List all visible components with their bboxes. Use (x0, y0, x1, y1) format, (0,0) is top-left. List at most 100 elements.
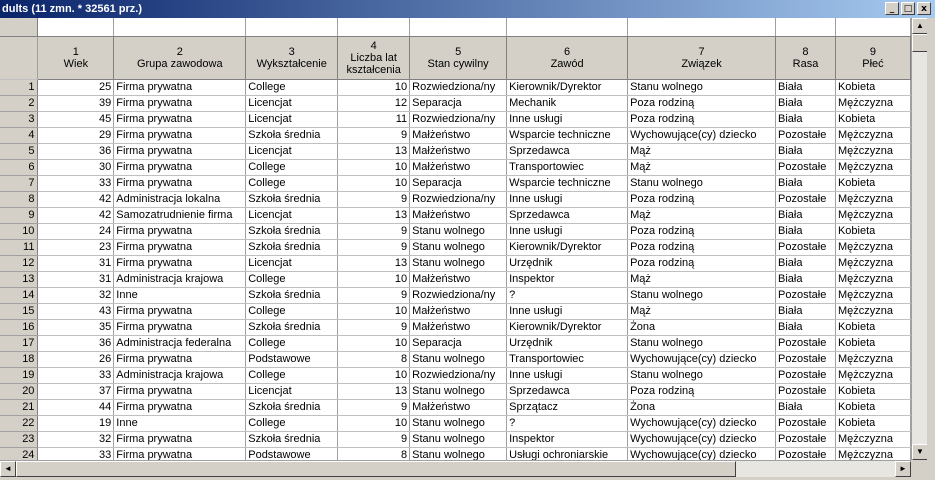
table-cell[interactable]: Mąż (627, 159, 776, 176)
table-cell[interactable]: 31 (37, 255, 115, 272)
table-cell[interactable]: Małżeństwo (409, 143, 508, 160)
table-cell[interactable]: Sprzedawca (506, 143, 629, 160)
table-cell[interactable]: Biała (775, 79, 836, 96)
table-cell[interactable]: 36 (37, 335, 115, 352)
table-cell[interactable]: Biała (775, 175, 836, 192)
table-cell[interactable]: Sprzedawca (506, 383, 629, 400)
table-cell[interactable]: College (245, 335, 339, 352)
table-cell[interactable]: Kobieta (835, 111, 911, 128)
table-cell[interactable]: Mechanik (506, 95, 629, 112)
table-cell[interactable]: Szkoła średnia (245, 239, 339, 256)
table-cell[interactable]: 13 (337, 383, 411, 400)
table-cell[interactable]: Mężczyzna (835, 287, 911, 304)
table-cell[interactable]: Licencjat (245, 383, 339, 400)
table-cell[interactable]: Wychowujące(cy) dziecko (627, 351, 776, 368)
table-cell[interactable]: Poza rodziną (627, 239, 776, 256)
row-header[interactable]: 22 (0, 415, 39, 432)
scroll-left-icon[interactable]: ◄ (0, 461, 16, 477)
minimize-button[interactable]: _ (885, 2, 899, 15)
table-cell[interactable]: Biała (775, 143, 836, 160)
table-cell[interactable]: Kobieta (835, 319, 911, 336)
horizontal-scrollbar[interactable]: ◄ ► (0, 460, 911, 477)
table-cell[interactable]: Firma prywatna (113, 79, 247, 96)
table-cell[interactable]: Inne usługi (506, 223, 629, 240)
table-cell[interactable]: Mężczyzna (835, 95, 911, 112)
table-cell[interactable]: Kobieta (835, 399, 911, 416)
table-cell[interactable]: Firma prywatna (113, 447, 247, 460)
table-cell[interactable]: 42 (37, 207, 115, 224)
table-cell[interactable]: Firma prywatna (113, 431, 247, 448)
table-cell[interactable]: 10 (337, 335, 411, 352)
column-header-2[interactable]: 2 Grupa zawodowa (113, 36, 247, 80)
row-header[interactable]: 20 (0, 383, 39, 400)
table-cell[interactable]: 9 (337, 127, 411, 144)
table-cell[interactable]: Kierownik/Dyrektor (506, 319, 629, 336)
column-header-8[interactable]: 8 Rasa (775, 36, 836, 80)
table-cell[interactable]: 37 (37, 383, 115, 400)
table-cell[interactable]: 9 (337, 287, 411, 304)
table-cell[interactable]: Stanu wolnego (409, 447, 508, 460)
table-cell[interactable]: Mąż (627, 303, 776, 320)
table-cell[interactable]: Biała (775, 399, 836, 416)
table-cell[interactable]: Podstawowe (245, 351, 339, 368)
table-cell[interactable]: Licencjat (245, 207, 339, 224)
table-cell[interactable]: 19 (37, 415, 115, 432)
table-cell[interactable]: Inne usługi (506, 303, 629, 320)
table-cell[interactable]: 45 (37, 111, 115, 128)
table-cell[interactable]: Rozwiedziona/ny (409, 111, 508, 128)
table-cell[interactable]: Administracja krajowa (113, 367, 247, 384)
table-cell[interactable]: 35 (37, 319, 115, 336)
table-cell[interactable]: Biała (775, 271, 836, 288)
row-header[interactable]: 16 (0, 319, 39, 336)
table-cell[interactable]: Rozwiedziona/ny (409, 79, 508, 96)
table-cell[interactable]: Firma prywatna (113, 95, 247, 112)
column-header-1[interactable]: 1 Wiek (37, 36, 115, 80)
table-cell[interactable]: Mężczyzna (835, 431, 911, 448)
table-cell[interactable]: 43 (37, 303, 115, 320)
table-cell[interactable]: Stanu wolnego (409, 351, 508, 368)
table-cell[interactable]: Wychowujące(cy) dziecko (627, 127, 776, 144)
table-cell[interactable]: Separacja (409, 95, 508, 112)
table-cell[interactable]: Licencjat (245, 143, 339, 160)
table-cell[interactable]: 9 (337, 223, 411, 240)
table-cell[interactable]: 11 (337, 111, 411, 128)
table-cell[interactable]: Wsparcie techniczne (506, 127, 629, 144)
table-cell[interactable]: Poza rodziną (627, 383, 776, 400)
table-cell[interactable]: Pozostałe (775, 367, 836, 384)
column-header-4[interactable]: 4 Liczba lat kształcenia (337, 36, 411, 80)
table-cell[interactable]: 23 (37, 239, 115, 256)
table-cell[interactable]: Mężczyzna (835, 191, 911, 208)
table-cell[interactable]: Transportowiec (506, 351, 629, 368)
table-cell[interactable]: 10 (337, 303, 411, 320)
scroll-right-icon[interactable]: ► (895, 461, 911, 477)
row-header[interactable]: 14 (0, 287, 39, 304)
table-cell[interactable]: Stanu wolnego (627, 287, 776, 304)
vertical-scrollbar[interactable]: ▲ ▼ (911, 18, 928, 460)
table-cell[interactable]: Mężczyzna (835, 127, 911, 144)
table-cell[interactable]: Małżeństwo (409, 127, 508, 144)
table-cell[interactable]: Firma prywatna (113, 399, 247, 416)
table-cell[interactable]: College (245, 175, 339, 192)
table-cell[interactable]: Pozostałe (775, 383, 836, 400)
table-cell[interactable]: 29 (37, 127, 115, 144)
table-cell[interactable]: Mężczyzna (835, 303, 911, 320)
table-cell[interactable]: ? (506, 415, 629, 432)
scroll-down-icon[interactable]: ▼ (912, 444, 928, 460)
table-cell[interactable]: Poza rodziną (627, 191, 776, 208)
table-cell[interactable]: Mąż (627, 143, 776, 160)
table-cell[interactable]: Biała (775, 255, 836, 272)
table-cell[interactable]: College (245, 271, 339, 288)
table-cell[interactable]: 9 (337, 239, 411, 256)
table-cell[interactable]: Urzędnik (506, 255, 629, 272)
table-cell[interactable]: 12 (337, 95, 411, 112)
row-header[interactable]: 5 (0, 143, 39, 160)
table-cell[interactable]: 13 (337, 207, 411, 224)
scroll-up-icon[interactable]: ▲ (912, 18, 928, 34)
table-cell[interactable]: Stanu wolnego (409, 431, 508, 448)
table-cell[interactable]: Kierownik/Dyrektor (506, 79, 629, 96)
table-cell[interactable]: Biała (775, 207, 836, 224)
row-header[interactable]: 24 (0, 447, 39, 460)
table-cell[interactable]: 10 (337, 79, 411, 96)
table-cell[interactable]: Kobieta (835, 415, 911, 432)
table-cell[interactable]: Żona (627, 399, 776, 416)
